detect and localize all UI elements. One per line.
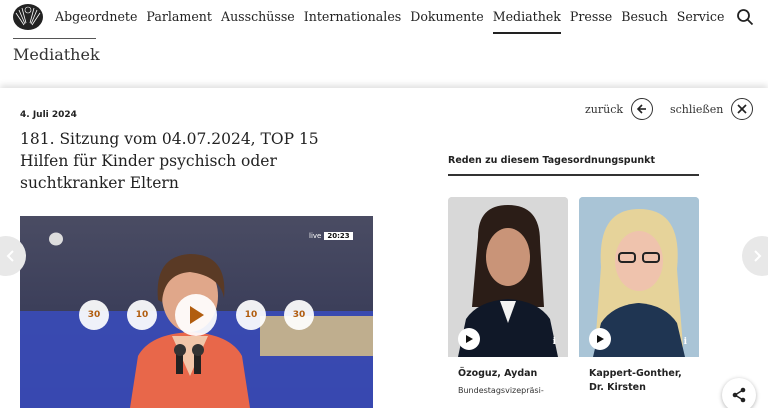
nav-item-besuch[interactable]: Besuch xyxy=(621,9,667,24)
rewind-10-button[interactable]: 10 xyxy=(127,300,157,330)
arrow-left-icon xyxy=(631,98,654,120)
nav-item-internationales[interactable]: Internationales xyxy=(304,9,401,24)
forward-10-label: 10 xyxy=(244,310,258,320)
info-icon[interactable]: i xyxy=(553,337,556,347)
session-headline: 181. Sitzung vom 04.07.2024, TOP 15 Hilf… xyxy=(20,130,319,192)
speaker-name: Kappert-Gonther, Dr. Kirsten xyxy=(589,368,682,393)
search-icon[interactable] xyxy=(736,8,754,26)
speech-card[interactable]: i Kappert-Gonther, Dr. Kirsten xyxy=(579,197,699,408)
forward-30-button[interactable]: 30 xyxy=(284,300,314,330)
speaker-photo: i xyxy=(448,197,568,357)
eagle-logo-icon[interactable] xyxy=(12,1,44,31)
share-button[interactable] xyxy=(722,378,756,408)
play-button[interactable] xyxy=(175,294,217,336)
share-icon xyxy=(732,387,746,403)
back-button[interactable]: zurück xyxy=(585,98,654,120)
video-player[interactable]: live 20:23 30 10 10 30 xyxy=(20,216,373,408)
session-date: 4. Juli 2024 xyxy=(20,110,77,120)
nav-item-service[interactable]: Service xyxy=(677,9,725,24)
lectern-desk xyxy=(260,316,373,356)
live-clock: 20:23 xyxy=(324,232,353,240)
speech-card[interactable]: i Özoguz, Aydan Bundestagsvizepräsi- xyxy=(448,197,568,408)
nav-item-mediathek[interactable]: Mediathek xyxy=(492,9,562,34)
live-indicator: live 20:23 xyxy=(309,232,353,240)
play-icon[interactable] xyxy=(458,328,480,350)
eagle-watermark-icon xyxy=(49,232,63,246)
nav-item-parlament[interactable]: Parlament xyxy=(146,9,212,24)
play-icon[interactable] xyxy=(589,328,611,350)
section-title: Mediathek xyxy=(13,45,100,64)
chevron-left-icon xyxy=(6,250,14,262)
speeches-heading: Reden zu diesem Tagesordnungspunkt xyxy=(448,155,655,166)
top-navigation: Abgeordnete Parlament Ausschüsse Interna… xyxy=(0,0,768,34)
speaker-photo: i xyxy=(579,197,699,357)
forward-30-label: 30 xyxy=(292,310,306,320)
rewind-30-button[interactable]: 30 xyxy=(79,300,109,330)
nav-item-abgeordnete[interactable]: Abgeordnete xyxy=(55,9,137,24)
forward-10-button[interactable]: 10 xyxy=(236,300,266,330)
nav-item-presse[interactable]: Presse xyxy=(570,9,612,24)
close-button[interactable]: schließen xyxy=(670,98,754,120)
live-label: live xyxy=(309,232,322,240)
main-menu: Abgeordnete Parlament Ausschüsse Interna… xyxy=(55,9,733,34)
nav-item-dokumente[interactable]: Dokumente xyxy=(410,9,483,24)
info-icon[interactable]: i xyxy=(684,337,687,347)
section-rule xyxy=(13,38,96,39)
back-label: zurück xyxy=(585,102,624,116)
rewind-30-label: 30 xyxy=(87,310,101,320)
speaker-role: Bundestagsvizepräsi- xyxy=(458,386,544,395)
play-icon xyxy=(190,306,204,324)
chevron-right-icon xyxy=(754,250,762,262)
speeches-divider xyxy=(448,174,699,176)
speaker-name: Özoguz, Aydan xyxy=(458,368,538,379)
media-detail-panel: 4. Juli 2024 181. Sitzung vom 04.07.2024… xyxy=(0,88,768,408)
close-label: schließen xyxy=(670,102,724,116)
next-item-button[interactable] xyxy=(742,236,768,276)
nav-item-ausschuesse[interactable]: Ausschüsse xyxy=(221,9,295,24)
section-header: Mediathek xyxy=(0,34,768,88)
rewind-10-label: 10 xyxy=(135,310,149,320)
close-icon xyxy=(731,98,754,120)
